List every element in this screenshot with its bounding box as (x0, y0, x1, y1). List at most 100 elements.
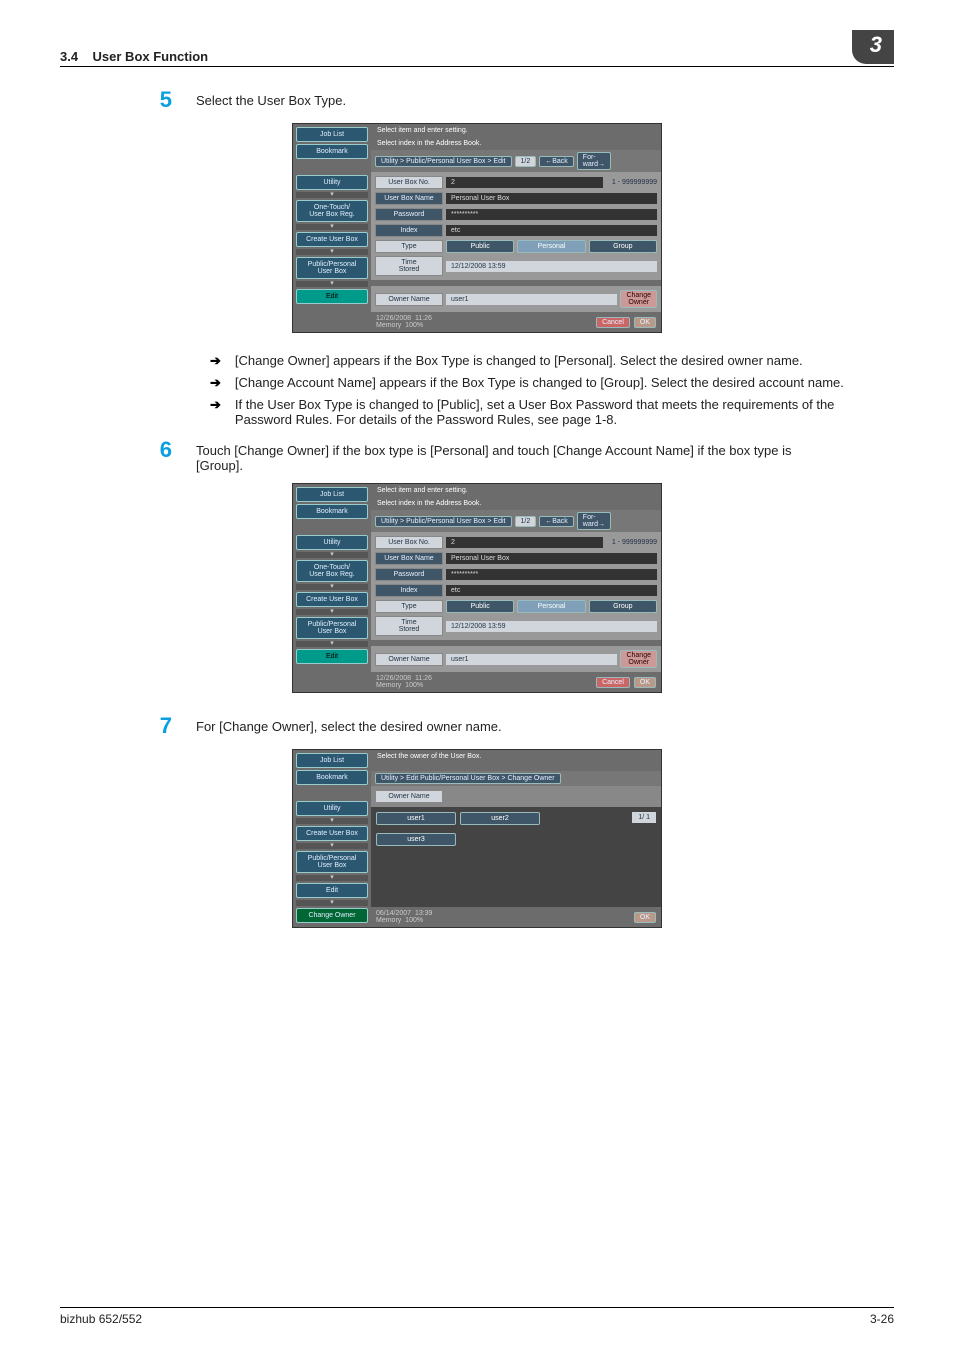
screenshot-1: Job List Bookmark Utility ▾ One-Touch/ U… (292, 123, 662, 333)
notes: ➔[Change Owner] appears if the Box Type … (210, 353, 850, 427)
section-title: 3.4 User Box Function (60, 49, 208, 64)
sidebar-edit[interactable]: Edit (296, 289, 368, 304)
label-index[interactable]: Index (375, 224, 443, 237)
value-index[interactable]: etc (446, 585, 657, 596)
value-password[interactable]: ********** (446, 569, 657, 580)
type-public[interactable]: Public (446, 240, 514, 253)
cancel-button[interactable]: Cancel (596, 317, 630, 328)
panel-title-1: Select item and enter setting. (371, 484, 661, 497)
step-6: 6 Touch [Change Owner] if the box type i… (150, 437, 894, 473)
chevron-down-icon: ▾ (296, 552, 368, 558)
label-boxname[interactable]: User Box Name (375, 192, 443, 205)
sidebar-create[interactable]: Create User Box (296, 826, 368, 841)
note-3: If the User Box Type is changed to [Publ… (235, 397, 850, 427)
arrow-icon: ➔ (210, 353, 221, 369)
panel-title-2: Select index in the Address Book. (371, 497, 661, 510)
label-owner: Owner Name (375, 653, 443, 666)
value-boxno[interactable]: 2 (446, 537, 603, 548)
ok-button[interactable]: OK (634, 677, 656, 688)
sidebar-create[interactable]: Create User Box (296, 232, 368, 247)
sidebar-change-owner[interactable]: Change Owner (296, 908, 368, 923)
value-boxname[interactable]: Personal User Box (446, 193, 657, 204)
value-boxno[interactable]: 2 (446, 177, 603, 188)
value-owner: user1 (446, 294, 617, 305)
sidebar-bookmark[interactable]: Bookmark (296, 770, 368, 785)
chevron-down-icon: ▾ (296, 584, 368, 590)
panel-title-1: Select item and enter setting. (371, 124, 661, 137)
cancel-button[interactable]: Cancel (596, 677, 630, 688)
type-personal[interactable]: Personal (517, 240, 585, 253)
value-boxname[interactable]: Personal User Box (446, 553, 657, 564)
forward-button[interactable]: For- ward→ (577, 512, 611, 530)
chevron-down-icon: ▾ (296, 843, 368, 849)
sidebar-bookmark[interactable]: Bookmark (296, 504, 368, 519)
sidebar-bookmark[interactable]: Bookmark (296, 144, 368, 159)
range: 1 - 999999999 (606, 179, 657, 186)
value-password[interactable]: ********** (446, 209, 657, 220)
user-option-1[interactable]: user1 (376, 812, 456, 825)
step-7: 7 For [Change Owner], select the desired… (150, 713, 894, 739)
page-header: 3.4 User Box Function 3 (60, 30, 894, 67)
sidebar-pp[interactable]: Public/Personal User Box (296, 617, 368, 639)
type-personal[interactable]: Personal (517, 600, 585, 613)
breadcrumb: Utility > Public/Personal User Box > Edi… (375, 156, 512, 167)
sidebar-utility[interactable]: Utility (296, 801, 368, 816)
footer-left: bizhub 652/552 (60, 1312, 142, 1326)
step-text: Select the User Box Type. (196, 87, 346, 113)
foot-datetime: 06/14/2007 13:39Memory 100% (376, 910, 432, 924)
chevron-down-icon: ▾ (296, 609, 368, 615)
label-time: Time Stored (375, 256, 443, 276)
sidebar-onetouch[interactable]: One-Touch/ User Box Reg. (296, 200, 368, 222)
user-option-2[interactable]: user2 (460, 812, 540, 825)
label-index[interactable]: Index (375, 584, 443, 597)
label-time: Time Stored (375, 616, 443, 636)
crumb-row: Utility > Public/Personal User Box > Edi… (371, 150, 661, 172)
back-button[interactable]: ←Back (539, 156, 574, 167)
page-indicator: 1/2 (515, 516, 537, 527)
sidebar-create[interactable]: Create User Box (296, 592, 368, 607)
type-group[interactable]: Group (589, 600, 657, 613)
sidebar-utility[interactable]: Utility (296, 535, 368, 550)
foot-datetime: 12/26/2008 11:26Memory 100% (376, 315, 432, 329)
back-button[interactable]: ←Back (539, 516, 574, 527)
panel-title-2: Select index in the Address Book. (371, 137, 661, 150)
breadcrumb: Utility > Edit Public/Personal User Box … (375, 773, 561, 784)
sidebar-joblist[interactable]: Job List (296, 487, 368, 502)
chevron-down-icon: ▾ (296, 900, 368, 906)
sidebar-pp[interactable]: Public/Personal User Box (296, 257, 368, 279)
user-option-3[interactable]: user3 (376, 833, 456, 846)
ok-button[interactable]: OK (634, 317, 656, 328)
sidebar-joblist[interactable]: Job List (296, 753, 368, 768)
sidebar-utility[interactable]: Utility (296, 175, 368, 190)
page-indicator: 1/ 1 (632, 812, 656, 823)
page-footer: bizhub 652/552 3-26 (60, 1307, 894, 1326)
label-boxno: User Box No. (375, 176, 443, 189)
note-2: [Change Account Name] appears if the Box… (235, 375, 844, 391)
step-5: 5 Select the User Box Type. (150, 87, 894, 113)
label-boxname[interactable]: User Box Name (375, 552, 443, 565)
chapter-badge: 3 (852, 30, 894, 64)
sidebar-pp[interactable]: Public/Personal User Box (296, 851, 368, 873)
chevron-down-icon: ▾ (296, 818, 368, 824)
type-public[interactable]: Public (446, 600, 514, 613)
label-password[interactable]: Password (375, 568, 443, 581)
sidebar: Job List Bookmark Utility ▾ One-Touch/ U… (293, 124, 371, 332)
chevron-down-icon: ▾ (296, 281, 368, 287)
screenshot-3: Job List Bookmark Utility ▾ Create User … (292, 749, 662, 928)
chevron-down-icon: ▾ (296, 224, 368, 230)
chevron-down-icon: ▾ (296, 641, 368, 647)
label-boxno: User Box No. (375, 536, 443, 549)
footer-right: 3-26 (870, 1312, 894, 1326)
sidebar-joblist[interactable]: Job List (296, 127, 368, 142)
page-indicator: 1/2 (515, 156, 537, 167)
type-group[interactable]: Group (589, 240, 657, 253)
sidebar-edit[interactable]: Edit (296, 649, 368, 664)
ok-button[interactable]: OK (634, 912, 656, 923)
value-index[interactable]: etc (446, 225, 657, 236)
change-owner-button[interactable]: Change Owner (620, 650, 657, 668)
sidebar-onetouch[interactable]: One-Touch/ User Box Reg. (296, 560, 368, 582)
forward-button[interactable]: For- ward→ (577, 152, 611, 170)
change-owner-button[interactable]: Change Owner (620, 290, 657, 308)
sidebar-edit[interactable]: Edit (296, 883, 368, 898)
label-password[interactable]: Password (375, 208, 443, 221)
